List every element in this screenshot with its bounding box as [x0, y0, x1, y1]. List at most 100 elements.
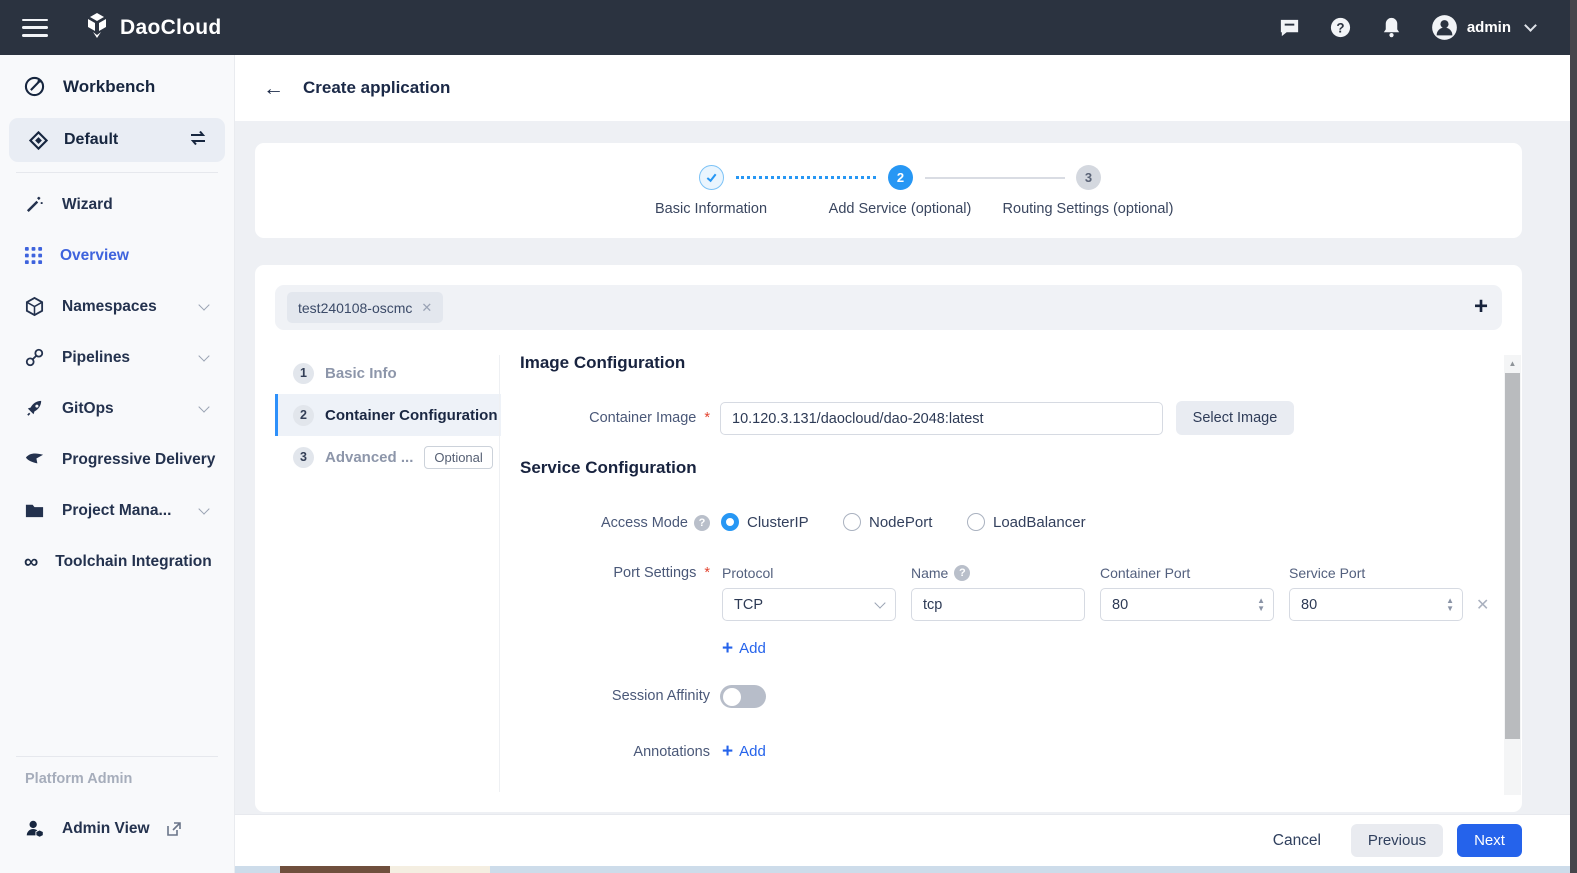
radio-loadbalancer[interactable]: LoadBalancer	[967, 513, 1086, 531]
radio-label: LoadBalancer	[993, 514, 1086, 531]
radio-icon	[967, 513, 985, 531]
required-mark: *	[704, 565, 710, 581]
optional-badge: Optional	[424, 446, 492, 469]
required-mark: *	[704, 410, 710, 426]
service-port-value: 80	[1301, 597, 1317, 613]
service-port-input[interactable]: 80 ▲▼	[1289, 588, 1463, 621]
sidebar-item-label: Toolchain Integration	[55, 553, 211, 571]
container-image-label: Container Image*	[495, 410, 710, 426]
protocol-select[interactable]: TCP	[722, 588, 896, 621]
add-port-button[interactable]: + Add	[722, 639, 766, 658]
number-stepper[interactable]: ▲▼	[1257, 597, 1265, 612]
sidebar-bottom: Platform Admin Admin View	[0, 746, 234, 873]
container-port-input[interactable]: 80 ▲▼	[1100, 588, 1274, 621]
stepper-card: 2 3 Basic Information Add Service (optio…	[255, 143, 1522, 238]
access-mode-label: Access Mode?	[495, 515, 710, 531]
container-tab-chip[interactable]: test240108-oscmc ✕	[287, 292, 443, 323]
infinity-icon: ∞	[24, 552, 38, 572]
step-3-circle: 3	[1076, 165, 1101, 190]
chat-icon[interactable]	[1278, 16, 1302, 40]
sidebar-item-overview[interactable]: Overview	[0, 230, 234, 281]
subnav-advanced[interactable]: 3 Advanced ... Optional	[275, 436, 501, 478]
protocol-value: TCP	[734, 597, 763, 613]
sidebar-workbench[interactable]: Workbench	[0, 55, 234, 116]
bird-icon	[24, 449, 45, 470]
container-image-input[interactable]	[720, 402, 1163, 435]
sidebar-item-wizard[interactable]: Wizard	[0, 179, 234, 230]
chevron-down-icon	[198, 350, 209, 361]
previous-button[interactable]: Previous	[1351, 824, 1443, 857]
menu-icon[interactable]	[22, 19, 48, 37]
add-label: Add	[739, 743, 766, 760]
svg-text:?: ?	[1337, 20, 1345, 35]
app-screen: DaoCloud ? admin Workbench	[0, 0, 1577, 873]
image-configuration-title: Image Configuration	[520, 353, 685, 373]
select-image-button[interactable]: Select Image	[1176, 401, 1294, 435]
admin-view-link[interactable]: Admin View	[0, 807, 234, 851]
subnav-label: Container Configuration	[325, 407, 498, 424]
number-stepper[interactable]: ▲▼	[1446, 597, 1454, 612]
brand: DaoCloud	[84, 12, 222, 43]
step-1-label: Basic Information	[655, 201, 767, 217]
platform-admin-label: Platform Admin	[0, 771, 234, 787]
back-arrow-icon[interactable]: ←	[263, 78, 284, 99]
sidebar-item-pipelines[interactable]: Pipelines	[0, 332, 234, 383]
step-number: 1	[293, 363, 314, 384]
username: admin	[1467, 19, 1511, 36]
workbench-label: Workbench	[63, 77, 155, 97]
chevron-down-icon	[874, 597, 885, 608]
next-button[interactable]: Next	[1457, 824, 1522, 857]
help-icon[interactable]: ?	[1329, 16, 1353, 40]
cancel-button[interactable]: Cancel	[1273, 832, 1321, 850]
add-container-button[interactable]: +	[1474, 291, 1488, 323]
wizard-footer: Cancel Previous Next	[235, 814, 1570, 866]
toggle-knob	[723, 688, 741, 706]
step-up-icon: ▲	[1257, 597, 1265, 604]
background-window-edge	[1570, 0, 1577, 873]
sidebar-item-progressive-delivery[interactable]: Progressive Delivery	[0, 434, 234, 485]
help-icon[interactable]: ?	[954, 565, 970, 581]
annotations-label: Annotations	[495, 744, 710, 760]
port-name-input[interactable]	[911, 588, 1085, 621]
bell-icon[interactable]	[1380, 16, 1404, 40]
admin-user-icon	[24, 818, 46, 840]
container-tabs-bar: test240108-oscmc ✕ +	[275, 285, 1502, 330]
plus-icon: +	[722, 639, 733, 658]
sidebar-workspace-default[interactable]: Default	[9, 118, 225, 162]
form-scrollbar[interactable]: ▲	[1504, 355, 1521, 795]
help-icon[interactable]: ?	[694, 515, 710, 531]
sidebar: Workbench Default Wizard Overview	[0, 55, 235, 873]
background-window-fragment	[280, 866, 390, 873]
step-up-icon: ▲	[1446, 597, 1454, 604]
radio-nodeport[interactable]: NodePort	[843, 513, 932, 531]
add-annotation-button[interactable]: + Add	[722, 742, 766, 761]
external-link-icon	[166, 821, 182, 837]
step-1-circle	[699, 165, 724, 190]
sidebar-item-project-management[interactable]: Project Mana...	[0, 485, 234, 536]
top-navbar: DaoCloud ? admin	[0, 0, 1577, 55]
chevron-down-icon	[198, 503, 209, 514]
sidebar-item-toolchain-integration[interactable]: ∞ Toolchain Integration	[0, 536, 234, 587]
radio-clusterip[interactable]: ClusterIP	[721, 513, 809, 531]
user-menu[interactable]: admin	[1431, 14, 1535, 41]
switch-workspace-icon[interactable]	[187, 129, 209, 152]
sidebar-item-label: Project Mana...	[62, 502, 171, 520]
step-connector-pending	[925, 177, 1065, 179]
step-number: 2	[897, 170, 904, 185]
sidebar-item-gitops[interactable]: GitOps	[0, 383, 234, 434]
container-config-card: test240108-oscmc ✕ + 1 Basic Info 2 Cont…	[255, 265, 1522, 812]
radio-icon	[843, 513, 861, 531]
sidebar-item-label: GitOps	[62, 400, 114, 418]
scroll-up-icon[interactable]: ▲	[1504, 355, 1521, 372]
close-icon[interactable]: ✕	[421, 300, 432, 316]
plus-icon: +	[722, 742, 733, 761]
subnav-label: Basic Info	[325, 365, 397, 382]
scrollbar-thumb[interactable]	[1505, 373, 1520, 739]
navbar-actions: ? admin	[1278, 14, 1535, 41]
session-affinity-toggle[interactable]	[720, 685, 766, 708]
wand-icon	[24, 194, 45, 215]
subnav-basic-info[interactable]: 1 Basic Info	[275, 352, 501, 394]
subnav-container-configuration[interactable]: 2 Container Configuration	[275, 394, 501, 436]
remove-port-row-icon[interactable]: ✕	[1476, 595, 1489, 615]
radio-label: ClusterIP	[747, 514, 809, 531]
